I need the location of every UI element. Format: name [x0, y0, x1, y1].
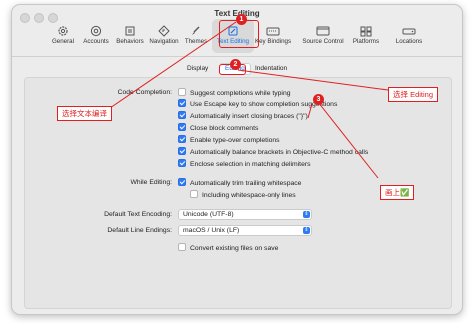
- annotation-select-text-editing: 选择文本编译: [57, 106, 112, 121]
- annotation-select-editing: 选择 Editing: [388, 87, 439, 102]
- annotation-check: 画上✅: [380, 185, 415, 200]
- annotation-lines: [109, 21, 389, 179]
